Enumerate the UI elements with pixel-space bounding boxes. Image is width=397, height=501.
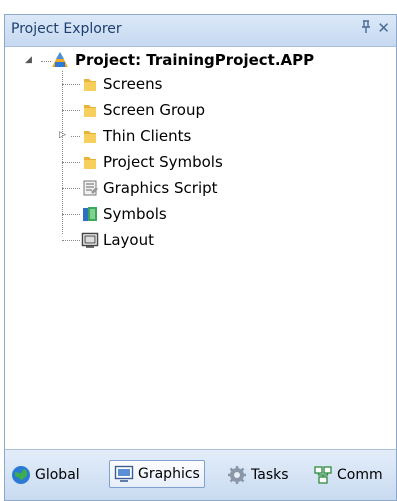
tree-item-screens[interactable]: Screens xyxy=(5,73,385,95)
panel-titlebar: Project Explorer ✕ xyxy=(5,15,396,47)
tree-item-label: Layout xyxy=(103,231,154,249)
pin-icon[interactable] xyxy=(360,20,372,38)
tab-tasks-label: Tasks xyxy=(251,467,289,483)
tree-item-label: Screen Group xyxy=(103,101,206,119)
tree-item-graphics-script[interactable]: Graphics Script xyxy=(5,177,385,199)
tree-item-screen-group[interactable]: Screen Group xyxy=(5,99,385,121)
tree-connector xyxy=(62,214,80,215)
expand-arrow-icon[interactable]: ▷ xyxy=(59,130,66,140)
tab-tasks[interactable]: Tasks xyxy=(227,462,289,488)
panel-title: Project Explorer xyxy=(11,21,122,37)
tree-connector xyxy=(62,188,80,189)
explorer-tab-bar: Global Graphics Tasks Comm xyxy=(5,449,396,500)
close-icon[interactable]: ✕ xyxy=(377,19,390,37)
collapse-arrow-icon[interactable]: ◢ xyxy=(25,55,32,65)
globe-icon xyxy=(12,466,30,484)
tab-graphics-label: Graphics xyxy=(138,466,200,482)
layout-icon xyxy=(81,232,99,248)
tree-connector xyxy=(62,84,80,85)
tab-graphics[interactable]: Graphics xyxy=(109,460,205,488)
tree-connector xyxy=(62,162,80,163)
folder-icon xyxy=(84,157,96,169)
tree-connector xyxy=(41,61,51,62)
comm-icon xyxy=(314,466,332,484)
project-icon xyxy=(52,52,68,67)
folder-icon xyxy=(84,105,96,117)
tree-connector xyxy=(62,240,80,241)
project-tree: ◢ Project: TrainingProject.APP Screens S… xyxy=(5,47,396,447)
folder-icon xyxy=(84,79,96,91)
script-icon xyxy=(83,180,98,196)
tree-item-symbols[interactable]: Symbols xyxy=(5,203,385,225)
tree-item-label: Screens xyxy=(103,75,163,93)
tab-global-label: Global xyxy=(35,467,80,483)
tree-root-label: Project: TrainingProject.APP xyxy=(75,51,315,69)
tree-item-label: Symbols xyxy=(103,205,167,223)
tree-connector xyxy=(71,136,80,137)
symbols-icon xyxy=(83,207,97,221)
tab-global[interactable]: Global xyxy=(11,462,80,488)
tree-item-layout[interactable]: Layout xyxy=(5,229,385,251)
tree-item-label: Project Symbols xyxy=(103,153,223,171)
tab-comm[interactable]: Comm xyxy=(313,462,383,488)
graphics-icon xyxy=(114,465,134,482)
tree-item-thin-clients[interactable]: ▷ Thin Clients xyxy=(5,125,385,147)
tree-item-label: Graphics Script xyxy=(103,179,218,197)
tree-connector xyxy=(62,110,80,111)
tree-item-label: Thin Clients xyxy=(103,127,192,145)
tree-item-project-symbols[interactable]: Project Symbols xyxy=(5,151,385,173)
tree-root[interactable]: ◢ Project: TrainingProject.APP xyxy=(5,49,385,71)
folder-icon xyxy=(84,131,96,143)
tab-comm-label: Comm xyxy=(337,467,383,483)
gear-icon xyxy=(228,466,246,484)
project-explorer-panel: Project Explorer ✕ ◢ Project: TrainingPr… xyxy=(4,14,397,501)
